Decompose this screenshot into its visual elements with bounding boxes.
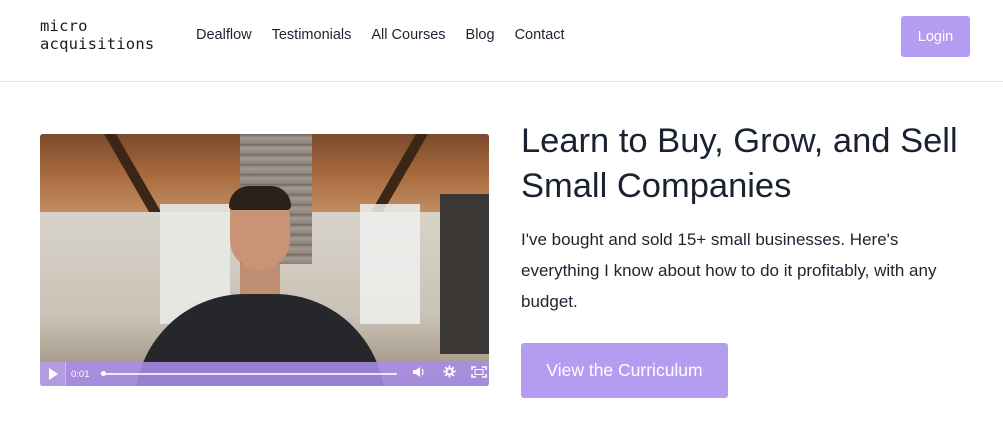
nav-item-all-courses[interactable]: All Courses bbox=[371, 26, 445, 44]
scrubber-handle[interactable] bbox=[101, 371, 106, 376]
view-curriculum-button[interactable]: View the Curriculum bbox=[521, 343, 728, 398]
hero-description: I've bought and sold 15+ small businesse… bbox=[521, 230, 937, 311]
logo[interactable]: micro acquisitions bbox=[40, 17, 154, 53]
site-header: micro acquisitions Dealflow Testimonials… bbox=[0, 0, 1003, 82]
nav-item-dealflow[interactable]: Dealflow bbox=[196, 26, 252, 44]
video-frame-cabinet bbox=[440, 194, 489, 354]
video-scrubber[interactable] bbox=[101, 371, 397, 376]
logo-line-1: micro bbox=[40, 17, 88, 35]
hero-title: Learn to Buy, Grow, and Sell Small Compa… bbox=[521, 122, 958, 205]
logo-line-2: acquisitions bbox=[40, 35, 155, 53]
fullscreen-icon[interactable] bbox=[471, 362, 487, 386]
login-button[interactable]: Login bbox=[901, 16, 970, 57]
nav-item-contact[interactable]: Contact bbox=[515, 26, 565, 44]
play-icon bbox=[49, 368, 58, 380]
video-frame-person-hair bbox=[229, 186, 291, 210]
video-frame-window bbox=[360, 204, 420, 324]
main-nav: Dealflow Testimonials All Courses Blog C… bbox=[196, 26, 585, 44]
volume-icon[interactable] bbox=[411, 362, 427, 386]
nav-item-blog[interactable]: Blog bbox=[466, 26, 495, 44]
video-current-time: 0:01 bbox=[71, 368, 90, 380]
video-player[interactable]: 0:01 bbox=[40, 134, 489, 386]
nav-item-testimonials[interactable]: Testimonials bbox=[272, 26, 352, 44]
gear-icon[interactable] bbox=[441, 362, 457, 386]
play-button[interactable] bbox=[40, 362, 66, 386]
video-controls: 0:01 bbox=[40, 362, 489, 386]
